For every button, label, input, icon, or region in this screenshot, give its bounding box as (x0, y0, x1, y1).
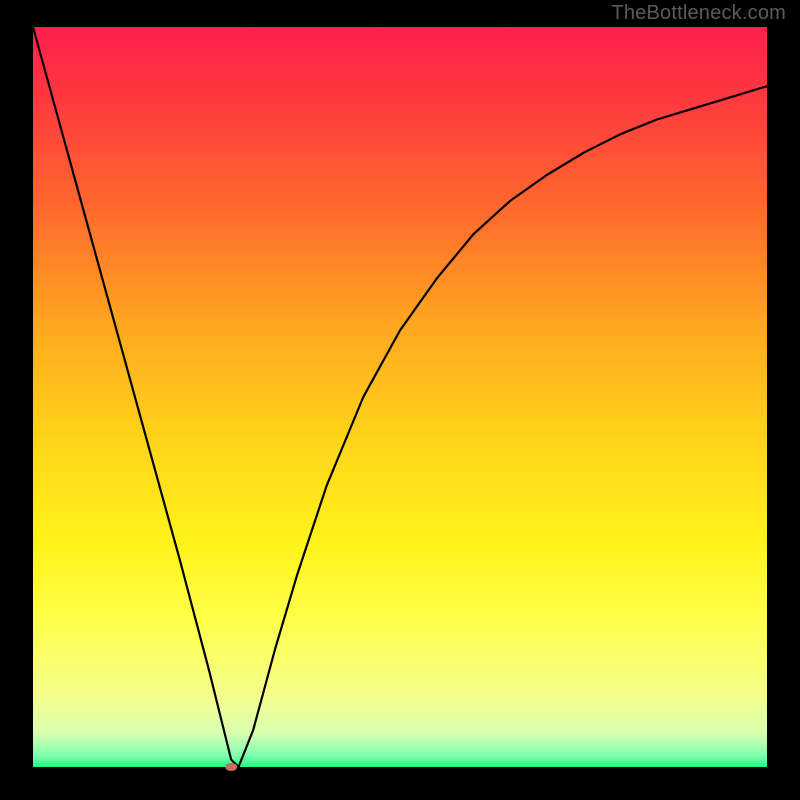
optimum-marker (225, 763, 237, 771)
bottleneck-chart (0, 0, 800, 800)
plot-background (33, 27, 767, 767)
chart-frame: TheBottleneck.com (0, 0, 800, 800)
watermark-text: TheBottleneck.com (611, 2, 786, 25)
